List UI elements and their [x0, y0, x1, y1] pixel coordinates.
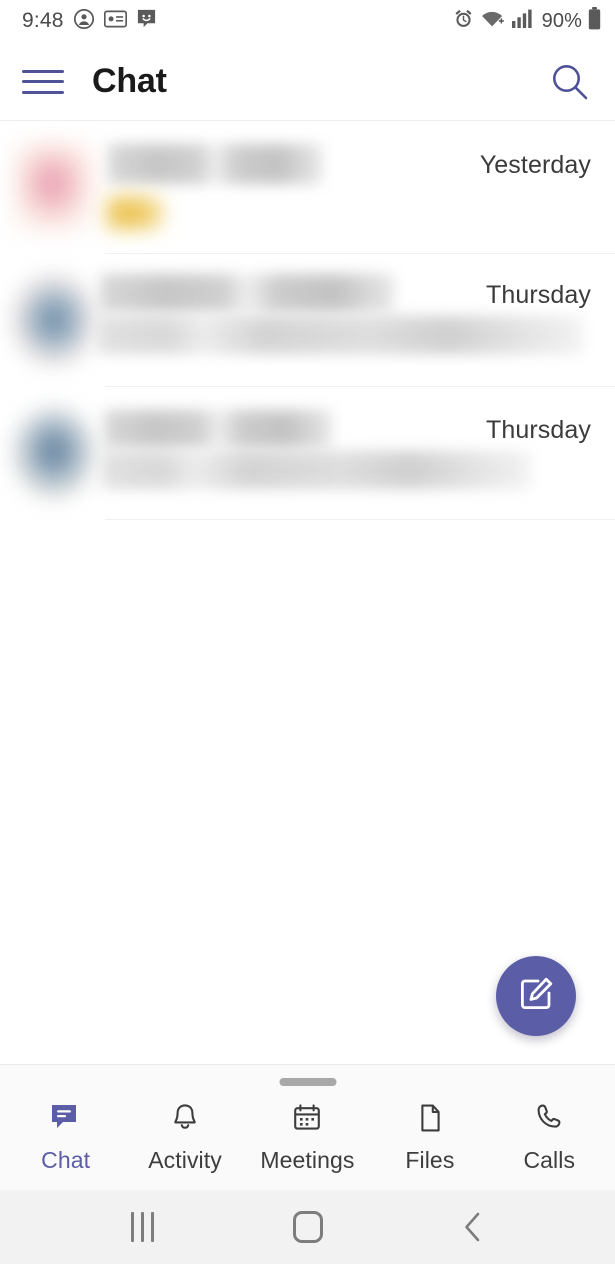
calendar-icon: [290, 1101, 324, 1140]
list-item[interactable]: Thursday: [0, 254, 615, 387]
hamburger-menu-icon[interactable]: [22, 67, 66, 97]
system-navigation-bar: [0, 1190, 615, 1264]
chat-name-redacted: [108, 144, 322, 184]
status-bar-left: 9:48: [22, 8, 157, 35]
smiley-message-icon: [136, 8, 157, 34]
file-page-icon: [413, 1101, 447, 1140]
list-item[interactable]: Yesterday: [0, 121, 615, 254]
home-icon[interactable]: [273, 1202, 343, 1252]
phone-handset-icon: [532, 1101, 566, 1140]
nav-item-meetings[interactable]: Meetings: [260, 1101, 354, 1174]
nav-item-files[interactable]: Files: [386, 1101, 474, 1174]
nav-item-calls[interactable]: Calls: [505, 1101, 593, 1174]
status-bar-clock: 9:48: [22, 9, 64, 32]
back-chevron-icon[interactable]: [438, 1202, 508, 1252]
nav-label: Activity: [148, 1147, 222, 1173]
search-icon[interactable]: [543, 55, 597, 109]
list-item[interactable]: Thursday: [0, 387, 615, 520]
bell-icon: [168, 1101, 202, 1140]
status-bar: 9:48 90%: [0, 0, 615, 42]
chat-bubble-icon: [49, 1101, 83, 1140]
battery-percent-label: 90%: [541, 9, 582, 32]
status-bar-right: 90%: [453, 7, 601, 35]
nav-item-chat[interactable]: Chat: [22, 1101, 110, 1174]
recent-apps-icon[interactable]: [108, 1202, 178, 1252]
compose-edit-icon: [516, 974, 556, 1019]
bottom-bar: Chat Activity Meetings Files Calls: [0, 1064, 615, 1190]
chat-timestamp: Thursday: [485, 416, 591, 444]
nav-label: Calls: [523, 1147, 576, 1173]
status-badge: [106, 194, 164, 232]
chat-timestamp: Yesterday: [479, 151, 591, 179]
page-title: Chat: [92, 62, 167, 100]
nav-label: Files: [405, 1147, 455, 1173]
chat-timestamp: Thursday: [485, 281, 591, 309]
avatar: [14, 143, 94, 231]
chat-list: Yesterday Thursday Thursday: [0, 121, 615, 520]
avatar: [14, 276, 94, 364]
account-circle-icon: [73, 8, 95, 35]
cellular-signal-icon: [511, 9, 534, 33]
battery-icon: [588, 7, 601, 35]
drag-handle[interactable]: [279, 1078, 336, 1086]
nav-item-activity[interactable]: Activity: [141, 1101, 229, 1174]
nav-label: Chat: [41, 1147, 91, 1173]
list-divider: [105, 519, 615, 520]
chat-preview-redacted: [98, 316, 583, 354]
chat-preview-redacted: [102, 451, 530, 489]
phone-screen: 9:48 90% Chat Yesterday Thursday Thursda…: [0, 0, 615, 1264]
contact-card-icon: [103, 10, 127, 33]
compose-chat-button[interactable]: [496, 956, 576, 1036]
alarm-clock-icon: [453, 8, 474, 34]
wifi-icon: [480, 9, 506, 34]
avatar: [14, 409, 94, 497]
app-bar: Chat: [0, 42, 615, 121]
chat-name-redacted: [100, 274, 394, 312]
chat-name-redacted: [104, 410, 332, 448]
bottom-navigation: Chat Activity Meetings Files Calls: [0, 1101, 615, 1191]
nav-label: Meetings: [260, 1147, 355, 1173]
